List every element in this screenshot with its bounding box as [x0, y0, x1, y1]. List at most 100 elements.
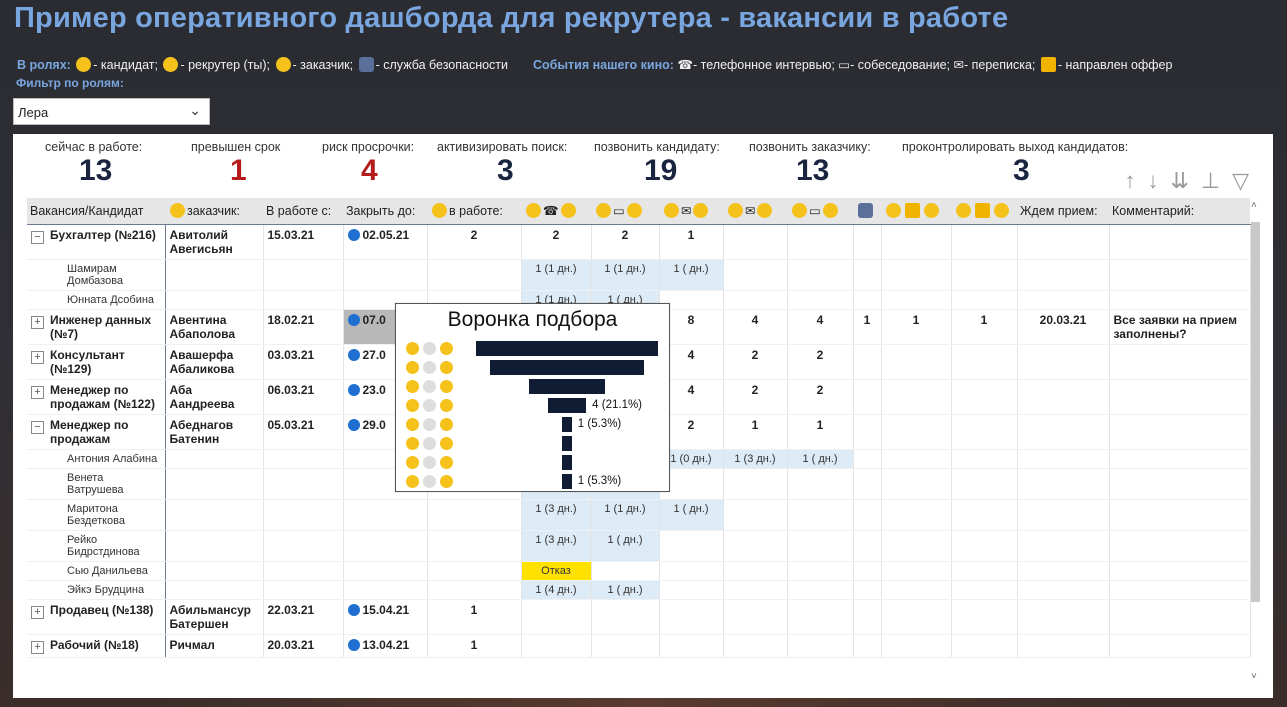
col-mail-client-stage[interactable]: ✉	[659, 198, 723, 225]
guard-icon	[358, 57, 374, 72]
comment-cell	[1109, 344, 1251, 380]
scroll-up-icon[interactable]: ˄	[1251, 200, 1257, 211]
vertical-scrollbar[interactable]: ˄ ˅	[1251, 198, 1261, 682]
collapse-icon[interactable]: −	[31, 230, 44, 244]
vacancy-name: Инженер данных (№7)	[50, 312, 152, 341]
col-due[interactable]: Закрыть до:	[343, 198, 427, 225]
candidate-name: Антония Алабина	[27, 449, 166, 469]
empty-cell	[853, 561, 882, 581]
wait-cell	[1017, 224, 1110, 260]
stage-cell	[787, 499, 854, 531]
kpi-value-call-candidate: 19	[644, 154, 678, 187]
empty-cell	[853, 468, 882, 500]
empty-cell	[263, 449, 344, 469]
col-client[interactable]: заказчик:	[165, 198, 263, 225]
vacancy-row[interactable]: + Рабочий (№18) Ричмал 20.03.21 13.04.21 1	[27, 634, 1251, 658]
col-wait[interactable]: Ждем прием:	[1017, 198, 1109, 225]
stage-cell	[881, 379, 952, 415]
col-client-interview-stage[interactable]: ▭	[787, 198, 853, 225]
col-mail-candidate-stage[interactable]: ✉	[723, 198, 787, 225]
empty-cell	[165, 499, 264, 531]
col-since[interactable]: В работе с:	[263, 198, 343, 225]
col-phone-stage[interactable]: ☎	[521, 198, 591, 225]
kpi-value-search: 3	[497, 154, 514, 187]
candidate-row[interactable]: Сью Данильева Отказ	[27, 561, 1251, 581]
scrollbar-thumb[interactable]	[1251, 222, 1260, 602]
stage-cell	[659, 634, 724, 658]
empty-cell	[881, 499, 952, 531]
since-cell: 18.02.21	[263, 309, 344, 345]
col-security-stage[interactable]	[853, 198, 881, 225]
scroll-down-icon[interactable]: ˅	[1251, 671, 1257, 682]
envelope-icon: ✉	[953, 58, 964, 72]
stage-cell	[723, 599, 788, 635]
funnel-stage-icons	[404, 454, 455, 471]
empty-cell	[165, 530, 264, 562]
col-comment[interactable]: Комментарий:	[1109, 198, 1250, 225]
expand-icon[interactable]: +	[31, 385, 44, 399]
sunglasses-face-icon	[924, 203, 939, 219]
vacancy-row[interactable]: + Продавец (№138) Абильмансур Батершен 22.0…	[27, 599, 1251, 635]
col-in-work[interactable]: в работе:	[427, 198, 521, 225]
candidate-row[interactable]: Эйкэ Брудцина 1 (4 дн.) 1 ( дн.)	[27, 580, 1251, 600]
filter-label: Фильтр по ролям:	[16, 76, 124, 90]
empty-cell	[853, 259, 882, 291]
candidate-name: Юнната Дсобина	[27, 290, 166, 310]
empty-cell	[881, 580, 952, 600]
arrow-up-icon[interactable]: ↑	[1124, 168, 1147, 193]
collapse-icon[interactable]: −	[31, 420, 44, 434]
empty-cell	[951, 580, 1018, 600]
legend: В ролях: - кандидат; - рекрутер (ты); - …	[17, 57, 1172, 72]
client-cell: Авитолий Авегисьян	[165, 224, 264, 260]
stage-cell	[881, 414, 952, 450]
due-date: 23.0	[362, 382, 386, 397]
expand-hierarchy-icon[interactable]: ⊥	[1201, 168, 1232, 193]
filter-icon[interactable]: ▽	[1232, 168, 1261, 193]
funnel-stage-icons	[404, 473, 455, 490]
empty-cell	[951, 561, 1018, 581]
since-cell: 03.03.21	[263, 344, 344, 380]
candidate-row[interactable]: Маритона Бездеткова 1 (3 дн.) 1 (1 дн.) 1 (…	[27, 499, 1251, 531]
kpi-label-call-client: позвонить заказчику:	[749, 140, 871, 154]
status-dot-icon	[347, 313, 360, 326]
arrow-down-icon[interactable]: ↓	[1147, 168, 1170, 193]
col-vacancy[interactable]: Вакансия/Кандидат	[27, 198, 165, 225]
stage-cell	[853, 224, 882, 260]
vacancy-row[interactable]: − Бухгалтер (№216) Авитолий Авегисьян 15.03…	[27, 224, 1251, 260]
expand-icon[interactable]: +	[31, 315, 44, 329]
vacancy-name-cell: − Менеджер по продажам	[27, 414, 166, 450]
stage-cell: Отказ	[521, 561, 592, 581]
event-offer: - направлен оффер	[1057, 58, 1173, 72]
empty-cell	[853, 499, 882, 531]
expand-icon[interactable]: +	[31, 350, 44, 364]
client-cell: Абильмансур Батершен	[165, 599, 264, 635]
role-filter-dropdown[interactable]: Лера ⌄	[13, 98, 210, 125]
empty-cell	[263, 499, 344, 531]
status-dot-icon	[347, 383, 360, 396]
col-offer-stage[interactable]	[881, 198, 951, 225]
role-filter-value: Лера	[18, 105, 49, 120]
funnel-label: 4 (21.1%)	[592, 399, 643, 411]
vacancy-name-cell: + Менеджер по продажам (№122)	[27, 379, 166, 415]
crown-icon	[905, 203, 920, 219]
col-interview-stage[interactable]: ▭	[591, 198, 659, 225]
stage-cell	[951, 344, 1018, 380]
expand-icon[interactable]: +	[31, 605, 44, 619]
stage-cell: 1	[787, 414, 854, 450]
stage-cell: 1 (3 дн.)	[521, 499, 592, 531]
candidate-row[interactable]: Шамирам Домбазова 1 (1 дн.) 1 (1 дн.) 1 ( д…	[27, 259, 1251, 291]
stage-cell: 1 (4 дн.)	[521, 580, 592, 600]
stage-cell	[591, 634, 660, 658]
client-cell: Ричмал	[165, 634, 264, 658]
empty-cell	[1109, 259, 1251, 291]
stage-cell	[853, 634, 882, 658]
funnel-stage-icons	[404, 340, 455, 357]
stage-cell	[591, 599, 660, 635]
funnel-label: 1 (5.3%)	[577, 418, 622, 430]
expand-icon[interactable]: +	[31, 640, 44, 654]
empty-cell	[165, 449, 264, 469]
candidate-row[interactable]: Рейко Бидрстдинова 1 (3 дн.) 1 ( дн.)	[27, 530, 1251, 562]
col-offer-accept-stage[interactable]	[951, 198, 1017, 225]
stage-cell	[723, 468, 788, 500]
double-arrow-down-icon[interactable]: ⇊	[1170, 168, 1200, 193]
